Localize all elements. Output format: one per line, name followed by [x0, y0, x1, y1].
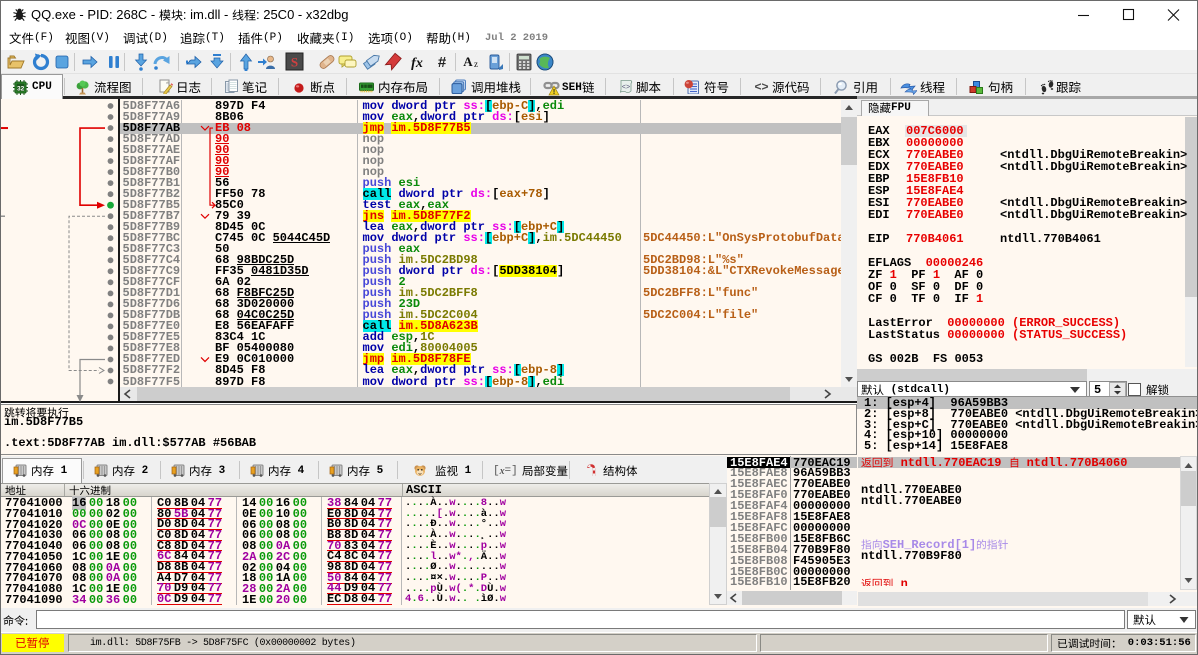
svg-text:A: A	[463, 54, 473, 69]
svg-text:<>: <>	[622, 84, 630, 92]
svg-text:<>: <>	[754, 80, 768, 94]
svg-text:S: S	[291, 55, 298, 70]
svg-text:!: !	[553, 89, 555, 96]
svg-text:32: 32	[17, 85, 25, 92]
svg-text:fx: fx	[411, 56, 423, 71]
svg-text:z: z	[474, 59, 478, 69]
svg-text:#: #	[438, 54, 447, 71]
